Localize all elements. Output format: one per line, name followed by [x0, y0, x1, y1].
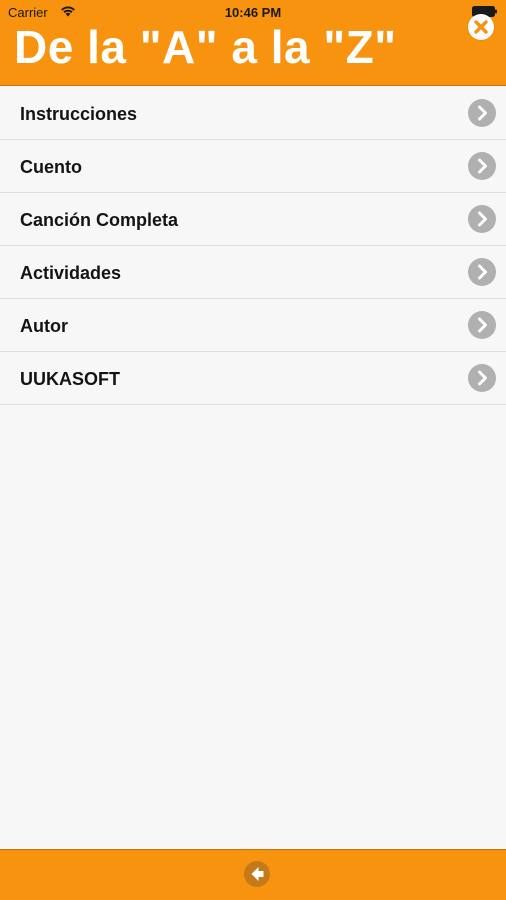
menu-item-label: Cuento: [20, 157, 82, 177]
menu-list: Instrucciones Cuento Canción Completa Ac…: [0, 87, 506, 405]
menu-item-actividades[interactable]: Actividades: [0, 246, 506, 299]
header-bar: Carrier 10:46 PM De la "A" a la "Z": [0, 0, 506, 86]
menu-item-cuento[interactable]: Cuento: [0, 140, 506, 193]
page-title: De la "A" a la "Z": [14, 21, 397, 73]
menu-item-label: UUKASOFT: [20, 369, 120, 389]
menu-item-autor[interactable]: Autor: [0, 299, 506, 352]
status-time: 10:46 PM: [224, 5, 282, 20]
chevron-right-icon: [468, 364, 496, 392]
footer-bar: [0, 849, 506, 900]
chevron-right-icon: [468, 152, 496, 180]
back-button[interactable]: [243, 860, 271, 888]
chevron-right-icon: [468, 311, 496, 339]
menu-item-instrucciones[interactable]: Instrucciones: [0, 87, 506, 140]
menu-item-uukasoft[interactable]: UUKASOFT: [0, 352, 506, 405]
chevron-right-icon: [468, 258, 496, 286]
close-button[interactable]: [468, 14, 494, 40]
menu-item-cancion-completa[interactable]: Canción Completa: [0, 193, 506, 246]
menu-item-label: Canción Completa: [20, 210, 179, 230]
status-bar: Carrier 10:46 PM: [0, 0, 506, 22]
chevron-right-icon: [468, 99, 496, 127]
menu-item-label: Autor: [20, 316, 68, 336]
menu-item-label: Instrucciones: [20, 104, 138, 124]
menu-item-label: Actividades: [20, 263, 122, 283]
close-icon: [474, 20, 488, 34]
chevron-right-icon: [468, 205, 496, 233]
